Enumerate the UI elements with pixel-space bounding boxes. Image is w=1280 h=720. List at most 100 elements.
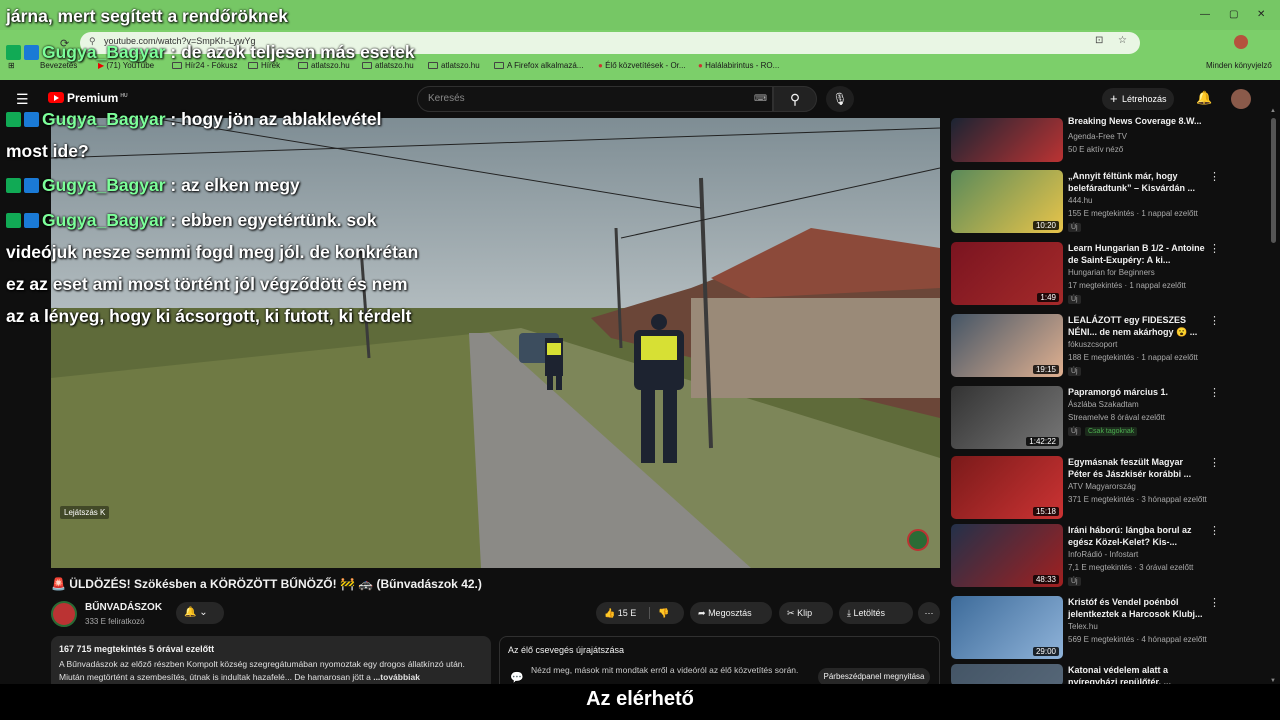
voice-search-button[interactable]: 🎙 [826,86,854,112]
duration-badge: 48:33 [1032,575,1059,584]
folder-icon [362,62,372,69]
subscribed-bell-button[interactable]: 🔔 ⌄ [176,602,224,624]
sidebar-video-title[interactable]: Iráni háború: lángba borul az egész Köze… [1068,524,1208,548]
video-thumbnail[interactable]: 29:00 [951,596,1063,659]
bookmark-folder[interactable]: atlatszo.hu [428,61,480,70]
dislike-button[interactable]: 👎 [658,602,669,624]
sidebar-channel-name[interactable]: Agenda-Free TV [1068,132,1127,141]
video-thumbnail[interactable]: 1:49 [951,242,1063,305]
sidebar-video-title[interactable]: Egymásnak feszült Magyar Péter és Jászki… [1068,456,1208,480]
bell-icon: 🔔 [184,607,197,618]
hamburger-menu-icon[interactable]: ☰ [16,91,29,108]
download-button[interactable]: ⤓ Letöltés [839,602,913,624]
bookmark-item[interactable]: Bevezetés [40,61,77,70]
description-text: A Bűnvadászok az előző részben Kompolt k… [59,659,465,682]
more-options-icon[interactable]: ⋮ [1209,386,1220,399]
bookmark-folder[interactable]: atlatszo.hu [298,61,350,70]
chat-replay-header: Az élő csevegés újrajátszása [508,645,625,655]
sidebar-video-title[interactable]: Kristóf és Vendel poénból jelentkeztek a… [1068,596,1208,620]
folder-icon [298,62,308,69]
maximize-icon[interactable]: ▢ [1229,9,1238,20]
badge-icon [24,213,39,228]
other-bookmarks-folder[interactable]: Minden könyvjelző [1206,61,1272,70]
sidebar-video-title[interactable]: Papramorgó március 1. [1068,386,1208,398]
address-bar[interactable]: ⚲ youtube.com/watch?v=SmpKh-LywYg ⊡ ☆ [80,32,1140,54]
sidebar-video-meta: 50 E aktív néző [1068,145,1124,154]
scroll-up-arrow[interactable]: ▲ [1270,108,1276,114]
sidebar-video-title[interactable]: „Annyit féltünk már, hogy belefáradtunk”… [1068,170,1208,194]
video-thumbnail[interactable]: 10:20 [951,170,1063,233]
channel-avatar[interactable] [51,601,77,627]
search-input[interactable]: Keresés ⌨ [417,86,773,112]
install-icon[interactable]: ⊡ [1095,35,1103,46]
bookmark-folder[interactable]: A Firefox alkalmazá... [494,61,583,70]
more-options-icon[interactable]: ⋮ [1209,314,1220,327]
sidebar-channel-name[interactable]: ATV Magyarország [1068,482,1136,491]
more-options-icon[interactable]: ⋮ [1209,456,1220,469]
video-thumbnail[interactable] [951,664,1063,686]
members-only-badge: Csak tagoknak [1085,427,1138,436]
bookmark-item[interactable]: ● Halálabirintus - RO... [698,61,779,70]
notifications-icon[interactable]: 🔔 [1196,90,1212,106]
sidebar-video-meta: 188 E megtekintés · 1 nappal ezelőtt [1068,353,1198,362]
video-thumbnail[interactable]: 48:33 [951,524,1063,587]
keyboard-icon[interactable]: ⌨ [754,93,767,104]
more-options-icon[interactable]: ⋮ [1209,242,1220,255]
folder-icon [172,62,182,69]
show-more-link[interactable]: ...továbbiak [371,672,420,682]
kick-icon [6,178,21,193]
sidebar-channel-name[interactable]: fókuszcsoport [1068,340,1117,349]
sidebar-video-title[interactable]: Learn Hungarian B 1/2 - Antoine de Saint… [1068,242,1208,266]
video-thumbnail[interactable]: 1:42:22 [951,386,1063,449]
bookmark-item[interactable]: ● Élő közvetítések - Or... [598,61,686,70]
star-icon[interactable]: ☆ [1118,35,1127,46]
video-thumbnail[interactable]: 15:18 [951,456,1063,519]
subscriber-count: 333 E feliratkozó [85,617,145,626]
scissors-icon: ✂ [787,608,795,618]
like-dislike-group: 👍 15 E 👎 [596,602,684,624]
video-thumbnail[interactable] [951,118,1063,162]
sidebar-channel-name[interactable]: Hungarian for Beginners [1068,268,1155,277]
more-options-icon[interactable]: ⋮ [1209,170,1220,183]
sidebar-channel-name[interactable]: InfoRádió - Infostart [1068,550,1138,559]
bookmark-folder[interactable]: Hír24 - Fókusz [172,61,237,70]
duration-badge: 29:00 [1032,647,1059,656]
youtube-logo[interactable]: Premium HU [48,91,128,105]
more-options-icon[interactable]: ⋮ [1209,524,1220,537]
like-button[interactable]: 👍 15 E [604,602,636,624]
bookmark-folder[interactable]: Hírek [248,61,280,70]
new-badge: Új [1068,295,1081,304]
video-player[interactable] [51,118,940,568]
sidebar-channel-name[interactable]: Telex.hu [1068,622,1098,631]
clip-button[interactable]: ✂ Klip [779,602,833,624]
apps-icon[interactable]: ⊞ [8,61,15,70]
sidebar-video-title[interactable]: Breaking News Coverage 8.W... [1068,115,1208,127]
bookmark-favicon: ● [698,61,703,70]
profile-avatar[interactable] [1234,35,1248,49]
site-info-icon[interactable]: ⚲ [89,36,96,47]
account-avatar[interactable] [1231,89,1251,109]
sidebar-video-meta: 569 E megtekintés · 4 hónappal ezelőtt [1068,635,1207,644]
share-button[interactable]: ➦ Megosztás [690,602,772,624]
create-button[interactable]: Létrehozás [1102,88,1174,110]
close-icon[interactable]: ✕ [1257,9,1265,20]
reload-icon[interactable]: ⟳ [60,37,69,50]
channel-watermark-logo[interactable] [907,529,929,551]
channel-name[interactable]: BŰNVADÁSZOK [85,602,162,613]
sidebar-video-title[interactable]: LEALÁZOTT egy FIDESZES NÉNI... de nem ak… [1068,314,1208,338]
sidebar-channel-name[interactable]: 444.hu [1068,196,1092,205]
minimize-icon[interactable]: — [1200,9,1210,20]
more-actions-button[interactable]: ⋯ [918,602,940,624]
bookmark-folder[interactable]: atlatszo.hu [362,61,414,70]
bookmark-item[interactable]: ▶ (71) YouTube [98,61,154,70]
mic-icon: 🎙 [832,92,848,106]
more-icon: ⋯ [924,608,934,618]
video-thumbnail[interactable]: 19:15 [951,314,1063,377]
video-title: 🚨 ÜLDÖZÉS! Szökésben a KÖRÖZÖTT BŰNÖZŐ! … [51,577,482,591]
scrollbar-thumb[interactable] [1271,118,1276,243]
sidebar-channel-name[interactable]: Ászlába Szakadtam [1068,400,1139,409]
youtube-icon: ▶ [98,61,105,70]
duration-badge: 15:18 [1032,507,1059,516]
more-options-icon[interactable]: ⋮ [1209,596,1220,609]
search-button[interactable]: ⚲ [773,86,817,112]
